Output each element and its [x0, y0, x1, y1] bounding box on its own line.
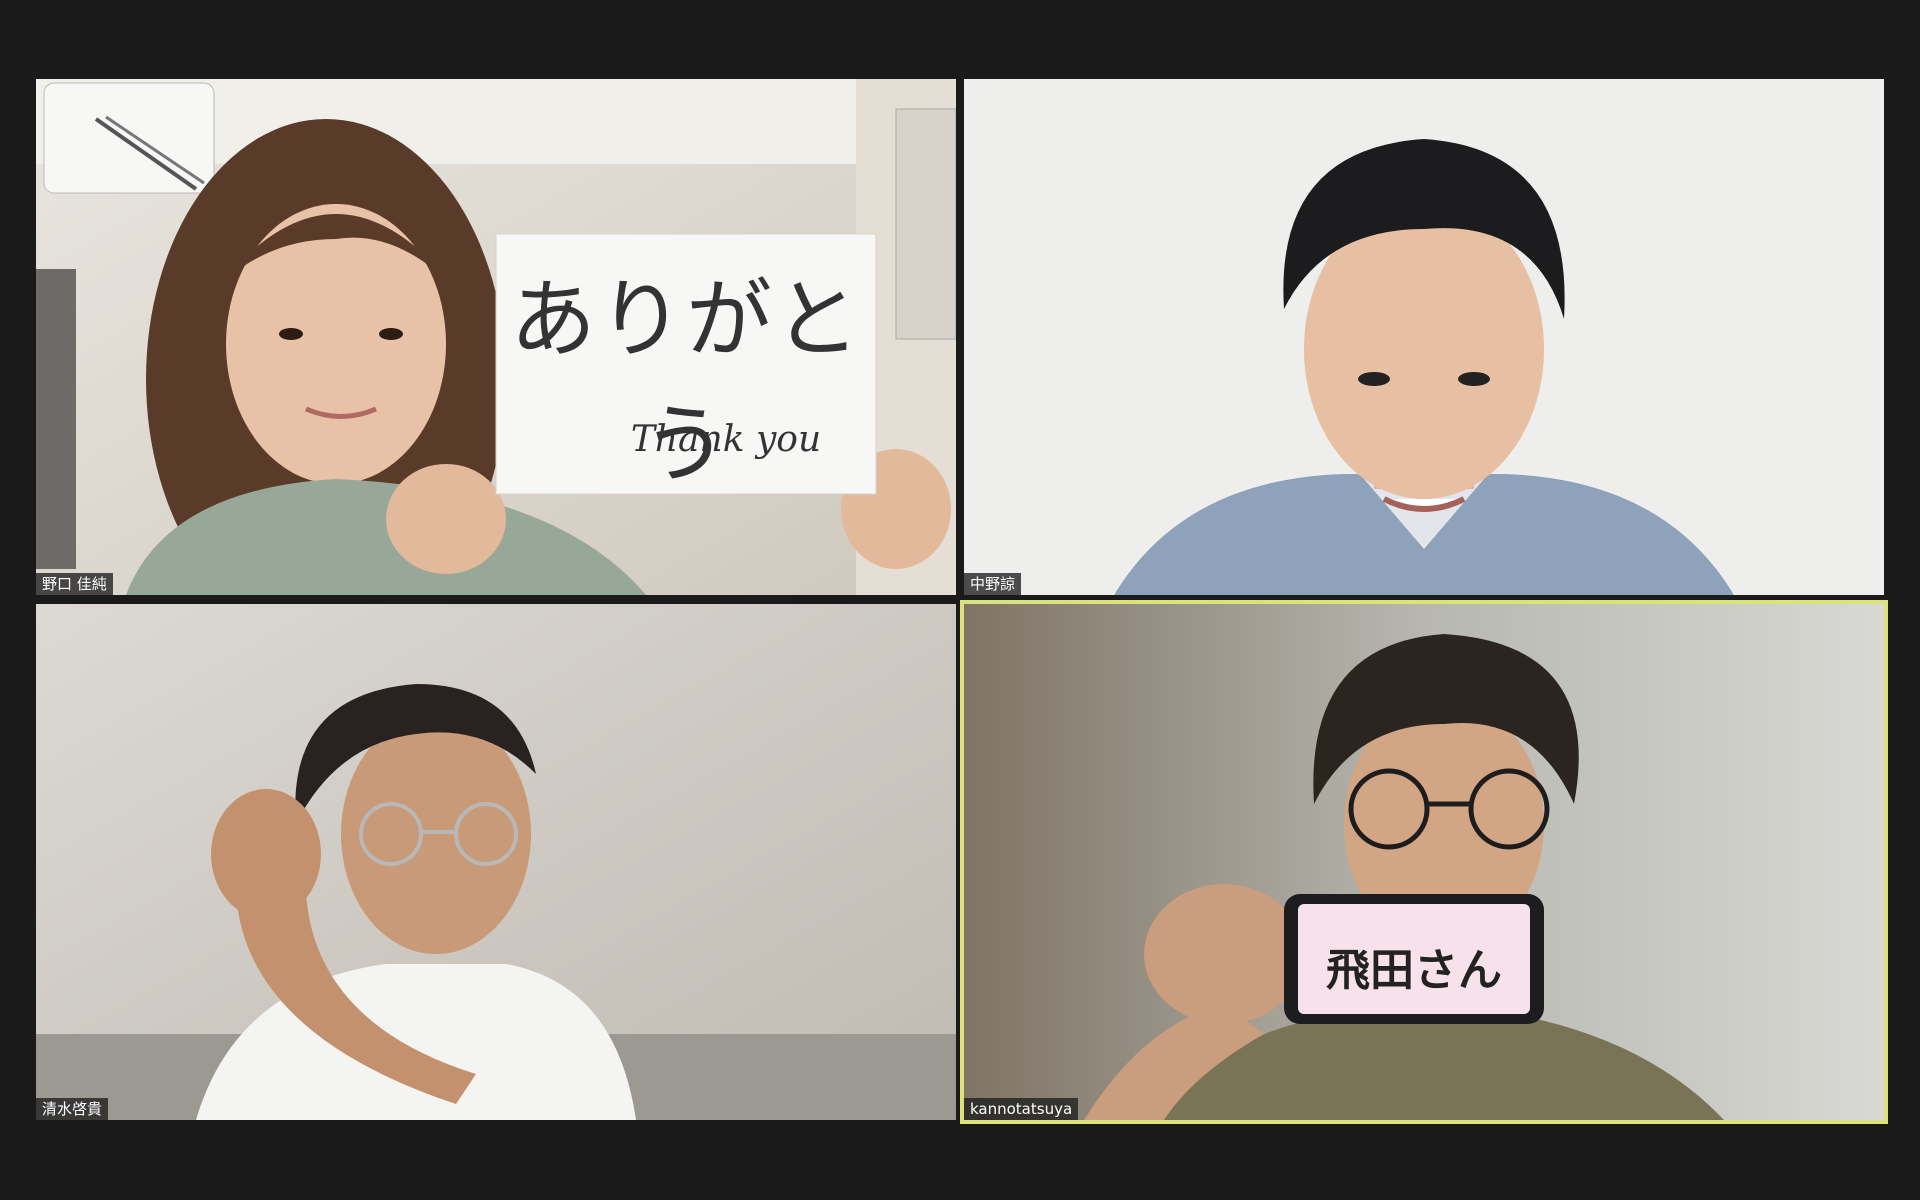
handwritten-sign-sub: Thank you	[630, 419, 822, 460]
participant-tile-shimizu[interactable]: 清水啓貴	[36, 604, 956, 1120]
participant-tile-kanno[interactable]: 飛田さん kannotatsuya	[960, 600, 1888, 1124]
participant-tile-nakano[interactable]: 中野諒	[964, 79, 1884, 595]
participant-name-label: 野口 佳純	[36, 573, 113, 595]
video-feed	[964, 79, 1884, 595]
phone-screen-text: 飛田さん	[1326, 945, 1502, 996]
participant-name-label: kannotatsuya	[964, 1098, 1079, 1120]
video-gallery: ありがとう Thank you 野口 佳純 中野諒 清水啓貴 飛田さん kann…	[0, 0, 1920, 1200]
video-feed	[36, 604, 956, 1120]
video-feed	[964, 604, 1884, 1120]
participant-name-label: 中野諒	[964, 573, 1022, 595]
participant-name-label: 清水啓貴	[36, 1098, 109, 1120]
handwritten-sign-main: ありがとう	[510, 270, 862, 495]
participant-tile-noguchi[interactable]: ありがとう Thank you 野口 佳純	[36, 79, 956, 595]
